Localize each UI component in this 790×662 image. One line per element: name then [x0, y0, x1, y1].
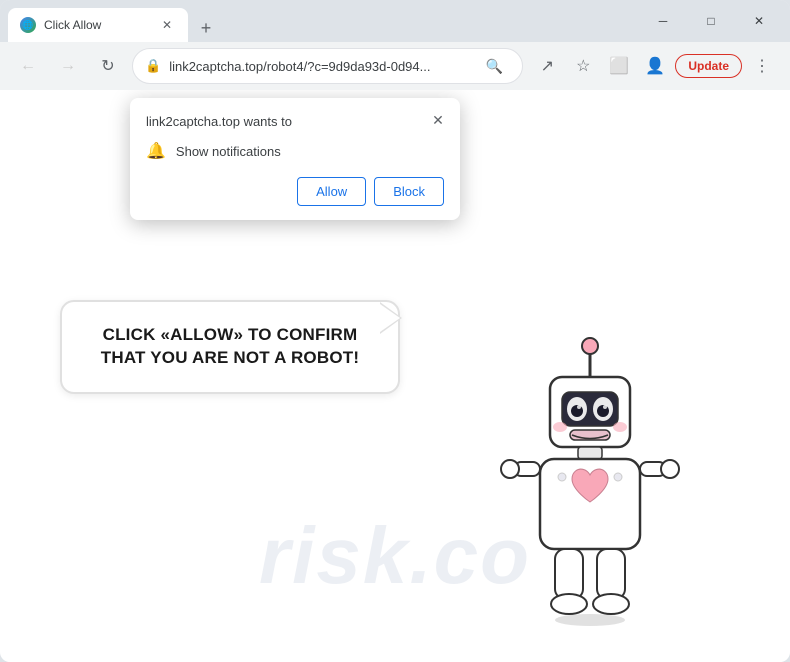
desktop-icon[interactable]: ⬜: [603, 50, 635, 82]
account-icon[interactable]: 👤: [639, 50, 671, 82]
notification-row: 🔔 Show notifications: [146, 141, 444, 161]
new-tab-button[interactable]: +: [192, 14, 220, 42]
forward-button[interactable]: →: [52, 50, 84, 82]
tab-title: Click Allow: [44, 18, 150, 32]
maximize-button[interactable]: □: [688, 5, 734, 37]
toolbar: ← → ↻ 🔒 link2captcha.top/robot4/?c=9d9da…: [0, 42, 790, 90]
address-bar[interactable]: 🔒 link2captcha.top/robot4/?c=9d9da93d-0d…: [132, 48, 523, 84]
url-text: link2captcha.top/robot4/?c=9d9da93d-0d94…: [169, 59, 470, 74]
notification-popup: ✕ link2captcha.top wants to 🔔 Show notif…: [130, 98, 460, 220]
title-bar: 🌐 Click Allow ✕ + ─ □ ✕: [0, 0, 790, 42]
robot-svg: [490, 322, 690, 642]
reload-button[interactable]: ↻: [92, 50, 124, 82]
page-content: risk.co ✕ link2captcha.top wants to 🔔 Sh…: [0, 90, 790, 662]
allow-button[interactable]: Allow: [297, 177, 366, 206]
browser-window: 🌐 Click Allow ✕ + ─ □ ✕ ← → ↻ 🔒 link2cap…: [0, 0, 790, 662]
notification-label: Show notifications: [176, 144, 281, 159]
lock-icon: 🔒: [145, 58, 161, 74]
popup-close-button[interactable]: ✕: [426, 108, 450, 132]
more-icon[interactable]: ⋮: [746, 50, 778, 82]
back-button[interactable]: ←: [12, 50, 44, 82]
active-tab[interactable]: 🌐 Click Allow ✕: [8, 8, 188, 42]
share-icon[interactable]: ↗: [531, 50, 563, 82]
speech-bubble: CLICK «ALLOW» TO CONFIRM THAT YOU ARE NO…: [60, 300, 400, 394]
popup-buttons: Allow Block: [146, 177, 444, 206]
update-button[interactable]: Update: [675, 54, 742, 78]
tab-strip: 🌐 Click Allow ✕ +: [8, 0, 636, 42]
popup-title: link2captcha.top wants to: [146, 114, 444, 129]
bell-icon: 🔔: [146, 141, 166, 161]
window-controls: ─ □ ✕: [640, 5, 782, 37]
block-button[interactable]: Block: [374, 177, 444, 206]
search-in-page-icon[interactable]: 🔍: [478, 50, 510, 82]
tab-close-button[interactable]: ✕: [158, 16, 176, 34]
robot-illustration: [490, 322, 710, 642]
bookmark-icon[interactable]: ☆: [567, 50, 599, 82]
toolbar-icons: ↗ ☆ ⬜ 👤 Update ⋮: [531, 50, 778, 82]
minimize-button[interactable]: ─: [640, 5, 686, 37]
tab-favicon: 🌐: [20, 17, 36, 33]
bubble-text: CLICK «ALLOW» TO CONFIRM THAT YOU ARE NO…: [86, 324, 374, 370]
close-button[interactable]: ✕: [736, 5, 782, 37]
